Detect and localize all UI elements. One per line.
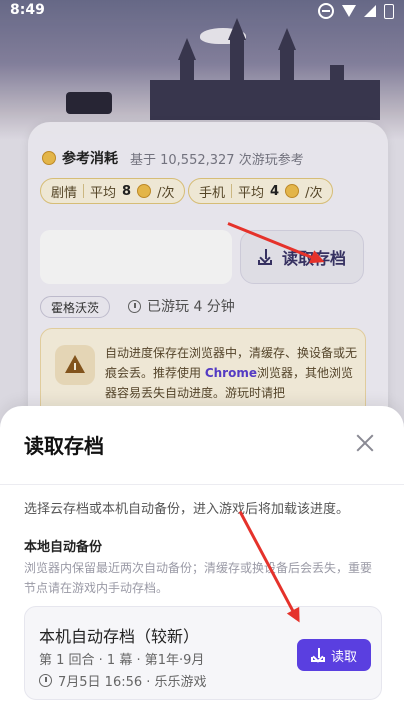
sheet-title: 读取存档 — [24, 434, 104, 458]
sheet-description: 选择云存档或本机自动备份，进入游戏后将加载该进度。 — [24, 502, 350, 517]
read-save-button[interactable]: 读取 — [297, 639, 371, 671]
signal-icon — [364, 5, 376, 17]
save-time: 7月5日 16:56 · 乐乐游戏 — [39, 671, 207, 690]
local-backup-title: 本地自动备份 — [24, 540, 103, 555]
close-icon[interactable] — [356, 434, 374, 452]
clock-icon — [39, 674, 52, 687]
download-icon — [310, 648, 325, 663]
sheet-divider — [0, 484, 404, 485]
status-time: 8:49 — [10, 2, 45, 18]
save-meta: 第 1 回合 · 1 幕 · 第1年·9月 — [39, 653, 205, 668]
battery-icon — [384, 3, 394, 19]
status-icons — [318, 3, 394, 19]
status-bar: 8:49 — [0, 0, 404, 22]
wifi-icon — [342, 5, 356, 17]
do-not-disturb-icon — [318, 3, 334, 19]
local-backup-description: 浏览器内保留最近两次自动备份；清缓存或换设备后会丢失，重要节点请在游戏内手动存档… — [24, 561, 373, 595]
auto-save-card: 本机自动存档（较新） 第 1 回合 · 1 幕 · 第1年·9月 7月5日 16… — [24, 606, 382, 700]
save-time-text: 7月5日 16:56 · 乐乐游戏 — [58, 675, 207, 690]
read-save-label: 读取 — [330, 649, 357, 665]
save-title: 本机自动存档（较新） — [39, 627, 200, 646]
load-save-sheet: 读取存档 选择云存档或本机自动备份，进入游戏后将加载该进度。 本地自动备份 浏览… — [0, 406, 404, 713]
